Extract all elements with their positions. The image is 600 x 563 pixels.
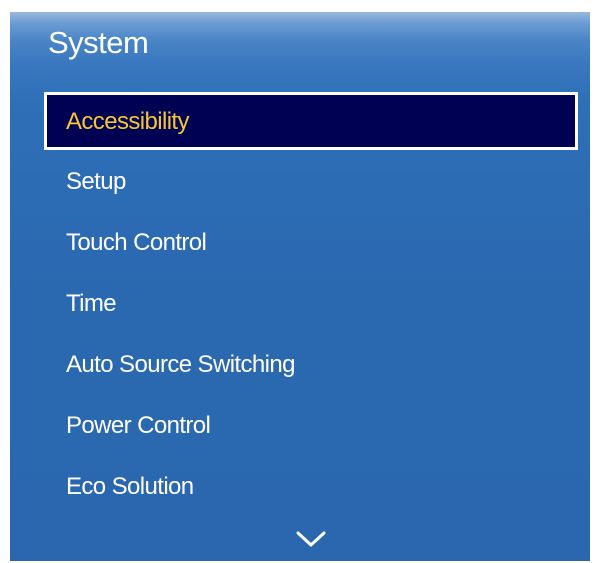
menu-item-eco-solution[interactable]: Eco Solution	[10, 467, 590, 507]
menu-item-label: Touch Control	[66, 229, 207, 256]
menu-item-auto-source-switching[interactable]: Auto Source Switching	[10, 345, 590, 385]
menu-item-label: Auto Source Switching	[66, 351, 295, 378]
menu-item-label: Power Control	[66, 412, 211, 439]
menu-item-label: Time	[66, 290, 117, 317]
menu-item-label: Setup	[66, 168, 126, 195]
menu-item-time[interactable]: Time	[10, 284, 590, 324]
menu-item-label: Accessibility	[66, 108, 190, 135]
chevron-down-icon[interactable]	[296, 530, 326, 548]
system-menu-panel: System Accessibility Setup Touch Control…	[10, 12, 590, 561]
panel-title: System	[48, 25, 149, 60]
menu-item-setup[interactable]: Setup	[10, 162, 590, 202]
menu-item-power-control[interactable]: Power Control	[10, 406, 590, 446]
menu-item-accessibility[interactable]: Accessibility	[44, 92, 578, 150]
menu-item-touch-control[interactable]: Touch Control	[10, 223, 590, 263]
menu-item-label: Eco Solution	[66, 473, 194, 500]
